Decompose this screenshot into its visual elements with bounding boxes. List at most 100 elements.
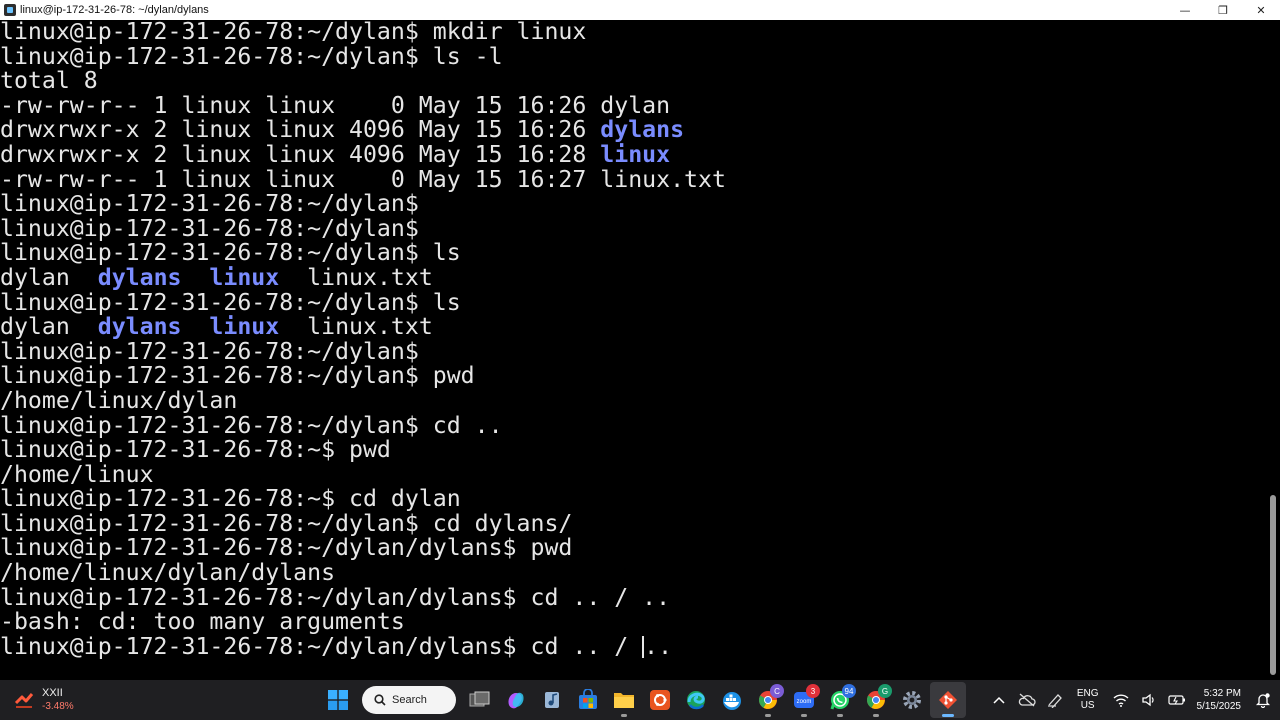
window-controls: — ❐ ✕ (1166, 0, 1280, 20)
file-explorer-button[interactable] (606, 682, 642, 718)
terminal-text: dylan (0, 313, 98, 341)
docker-button[interactable] (714, 682, 750, 718)
clock-date: 5/15/2025 (1196, 701, 1242, 712)
battery-button[interactable] (1167, 691, 1186, 709)
running-indicator (765, 714, 771, 717)
terminal-text: linux@ip-172-31-26-78:~$ cd dylan (0, 485, 461, 513)
command-input-text: .. (644, 632, 673, 660)
window-titlebar: linux@ip-172-31-26-78: ~/dylan/dylans — … (0, 0, 1280, 20)
terminal-app-icon (4, 4, 16, 16)
input-language[interactable]: ENG US (1077, 688, 1099, 712)
terminal-line: linux@ip-172-31-26-78:~/dylan$ ls (0, 241, 1266, 266)
maximize-button[interactable]: ❐ (1204, 0, 1242, 20)
battery-icon (1167, 695, 1185, 705)
store-button[interactable] (570, 682, 606, 718)
minimize-button[interactable]: — (1166, 0, 1204, 20)
notifications-button[interactable] (1254, 691, 1272, 709)
terminal-line: linux@ip-172-31-26-78:~$ cd dylan (0, 485, 1266, 513)
chrome-button[interactable]: C (750, 682, 786, 718)
svg-text:zoom: zoom (797, 699, 812, 705)
task-view-button[interactable] (462, 682, 498, 718)
git-icon (939, 691, 957, 709)
system-tray: ENG US 5:32 PM 5/15/2025 (985, 680, 1280, 720)
volume-button[interactable] (1140, 691, 1158, 709)
terminal-line: linux@ip-172-31-26-78:~/dylan$ ls -l (0, 42, 1266, 70)
window-title: linux@ip-172-31-26-78: ~/dylan/dylans (20, 4, 209, 16)
terminal-line: linux@ip-172-31-26-78:~/dylan/dylans$ cd… (0, 583, 1266, 611)
terminal-line: linux@ip-172-31-26-78:~/dylan$ ls (0, 288, 1266, 316)
chrome-profile-badge: C (770, 684, 784, 698)
terminal-text: -rw-rw-r-- 1 linux linux 0 May 15 16:27 … (0, 165, 726, 193)
terminal-line: total 8 (0, 67, 1266, 95)
terminal-text: dylan (0, 263, 98, 291)
terminal-line: linux@ip-172-31-26-78:~/dylan$ (0, 190, 1266, 218)
clock-time: 5:32 PM (1203, 688, 1241, 699)
speaker-icon (1141, 693, 1154, 707)
chrome-profile-button[interactable]: G (858, 682, 894, 718)
copilot-button[interactable] (498, 682, 534, 718)
cloud-off-icon (1018, 693, 1036, 707)
terminal-text: -bash: cd: too many arguments (0, 608, 405, 636)
start-button[interactable] (320, 682, 356, 718)
taskbar-search[interactable]: Search (362, 686, 456, 714)
gear-icon (903, 691, 921, 709)
ubuntu-button[interactable] (642, 682, 678, 718)
terminal-line: dylan dylans linux linux.txt (0, 313, 1266, 341)
pen-icon (1047, 694, 1062, 708)
stock-widget-text: XXII -3.48% (42, 687, 74, 713)
terminal-line: /home/linux/dylan (0, 388, 1266, 414)
search-label: Search (392, 694, 427, 706)
terminal-output[interactable]: linux@ip-172-31-26-78:~/dylan$ mkdir lin… (0, 20, 1266, 680)
running-indicator (837, 714, 843, 717)
terminal-text: linux@ip-172-31-26-78:~/dylan$ ls -l (0, 42, 503, 70)
terminal-line: linux@ip-172-31-26-78:~$ pwd (0, 437, 1266, 463)
scrollbar-thumb[interactable] (1270, 495, 1276, 675)
terminal-text: linux@ip-172-31-26-78:~/dylan$ (0, 214, 419, 242)
edge-button[interactable] (678, 682, 714, 718)
zoom-button[interactable]: zoom 3 (786, 682, 822, 718)
terminal-text: drwxrwxr-x 2 linux linux 4096 May 15 16:… (0, 116, 601, 144)
terminal-text: linux@ip-172-31-26-78:~/dylan$ (0, 190, 419, 218)
terminal-scrollbar[interactable] (1266, 20, 1280, 680)
terminal-line: linux@ip-172-31-26-78:~/dylan$ pwd (0, 364, 1266, 389)
terminal-line: dylan dylans linux linux.txt (0, 263, 1266, 291)
terminal-text: linux@ip-172-31-26-78:~/dylan$ ls (0, 288, 461, 316)
terminal-line: /home/linux/dylan/dylans (0, 560, 1266, 586)
directory-name: dylans (600, 116, 685, 144)
folder-icon (614, 693, 634, 708)
whatsapp-button[interactable]: 94 (822, 682, 858, 718)
copilot-icon (508, 692, 524, 709)
terminal-text: total 8 (0, 67, 98, 95)
directory-name: linux (600, 140, 671, 168)
running-indicator (801, 714, 807, 717)
git-bash-button[interactable] (930, 682, 966, 718)
stock-chart-icon (14, 691, 34, 709)
pen-menu-button[interactable] (1046, 691, 1064, 709)
terminal-text: drwxrwxr-x 2 linux linux 4096 May 15 16:… (0, 140, 601, 168)
taskbar: XXII -3.48% Search C zoom 3 94 G ENG US … (0, 680, 1280, 720)
notification-bell-icon (1255, 693, 1271, 708)
media-player-button[interactable] (534, 682, 570, 718)
terminal-text: linux@ip-172-31-26-78:~/dylan$ cd .. (0, 411, 503, 439)
terminal-input-line[interactable]: linux@ip-172-31-26-78:~/dylan/dylans$ cd… (0, 632, 1266, 660)
language-code: ENG (1076, 688, 1099, 699)
terminal-line: -bash: cd: too many arguments (0, 608, 1266, 636)
whatsapp-notification-badge: 94 (842, 684, 856, 698)
chevron-up-icon (993, 696, 1005, 704)
settings-button[interactable] (894, 682, 930, 718)
command-input-text: linux@ip-172-31-26-78:~/dylan/dylans$ cd… (0, 632, 643, 660)
directory-name: dylans (97, 263, 182, 291)
terminal-line: linux@ip-172-31-26-78:~/dylan$ cd .. (0, 411, 1266, 439)
onedrive-status[interactable] (1018, 691, 1036, 709)
show-hidden-icons-button[interactable] (990, 691, 1008, 709)
running-indicator (873, 714, 879, 717)
terminal-text: -rw-rw-r-- 1 linux linux 0 May 15 16:26 … (0, 91, 671, 119)
system-clock[interactable]: 5:32 PM 5/15/2025 (1197, 687, 1242, 713)
terminal-text: linux.txt (279, 313, 433, 341)
terminal-text: linux@ip-172-31-26-78:~/dylan/dylans$ cd… (0, 583, 671, 611)
network-button[interactable] (1112, 691, 1130, 709)
close-button[interactable]: ✕ (1242, 0, 1280, 20)
stock-widget[interactable]: XXII -3.48% (14, 684, 74, 716)
active-indicator (942, 714, 954, 717)
